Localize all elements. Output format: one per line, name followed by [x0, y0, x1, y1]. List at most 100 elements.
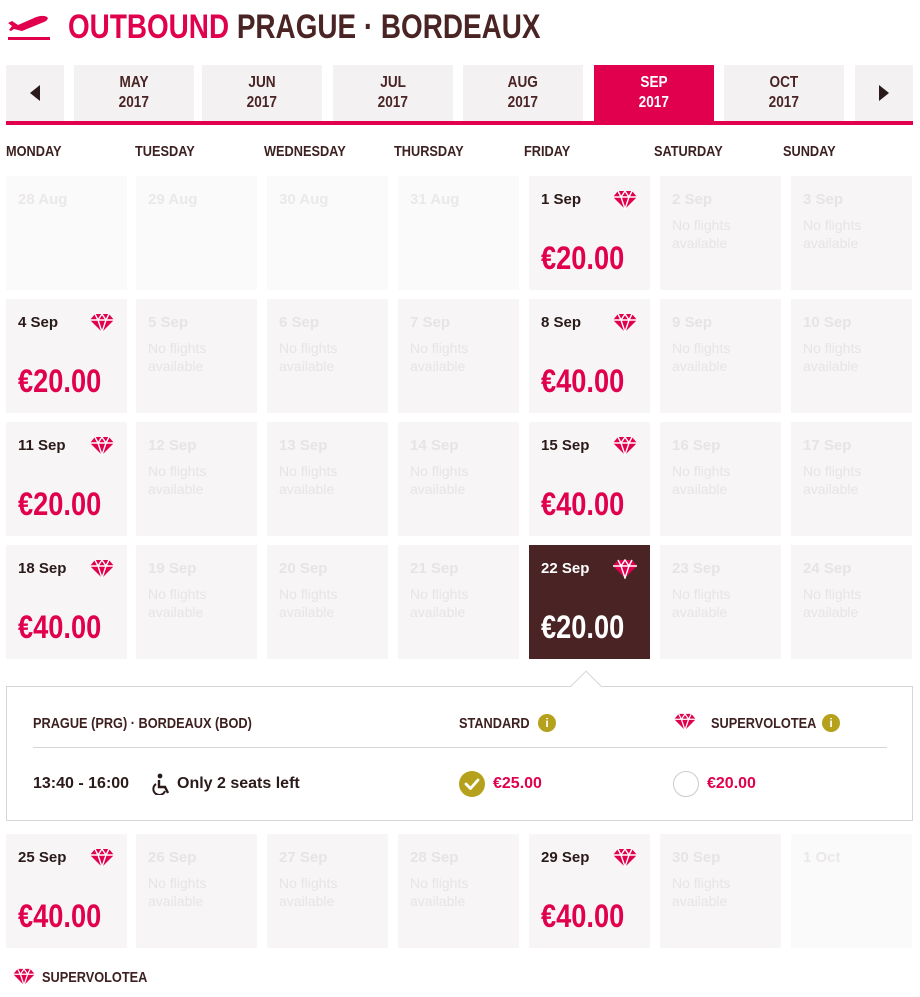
day-date: 3 Sep — [803, 191, 844, 208]
day-date: 7 Sep — [410, 314, 451, 331]
standard-fare-radio[interactable] — [459, 771, 485, 797]
weekday-monday: MONDAY — [6, 143, 62, 160]
day-date: 16 Sep — [672, 437, 721, 454]
day-cell-10-sep: 10 Sep No flights available — [791, 299, 912, 413]
no-flights-text: No flights available — [410, 586, 469, 620]
standard-info-icon[interactable]: i — [538, 714, 556, 732]
weekday-sunday: SUNDAY — [783, 143, 836, 160]
flight-details-panel: PRAGUE (PRG) · BORDEAUX (BOD) STANDARD i… — [6, 670, 913, 821]
day-cell-7-sep: 7 Sep No flights available — [398, 299, 519, 413]
no-flights-text: No flights available — [148, 875, 207, 909]
day-price: €20.00 — [18, 486, 102, 522]
weekday-thursday: THURSDAY — [394, 143, 464, 160]
prev-month-button[interactable] — [6, 65, 64, 121]
details-route: PRAGUE (PRG) · BORDEAUX (BOD) — [33, 715, 252, 732]
day-cell-30-sep: 30 Sep No flights available — [660, 834, 781, 948]
day-date: 28 Aug — [18, 191, 68, 208]
day-price: €40.00 — [541, 898, 625, 934]
supervolotea-fare-radio[interactable] — [673, 771, 699, 797]
day-cell-15-sep[interactable]: 15 Sep €40.00 — [529, 422, 650, 536]
day-price: €20.00 — [541, 240, 625, 276]
day-cell-14-sep: 14 Sep No flights available — [398, 422, 519, 536]
month-tab-jun[interactable]: JUN 2017 — [202, 65, 322, 121]
day-date: 1 Oct — [803, 849, 841, 866]
day-cell-6-sep: 6 Sep No flights available — [267, 299, 388, 413]
month-year: 2017 — [507, 94, 539, 111]
day-cell-4-sep[interactable]: 4 Sep €20.00 — [6, 299, 127, 413]
no-flights-text: No flights available — [279, 340, 338, 374]
day-date: 12 Sep — [148, 437, 197, 454]
month-tab-may[interactable]: MAY 2017 — [74, 65, 194, 121]
no-flights-text: No flights available — [803, 463, 862, 497]
day-cell-16-sep: 16 Sep No flights available — [660, 422, 781, 536]
day-date: 4 Sep — [18, 314, 59, 331]
day-price: €20.00 — [541, 609, 625, 645]
day-cell-3-sep: 3 Sep No flights available — [791, 176, 912, 290]
day-date: 26 Sep — [148, 849, 197, 866]
day-date: 22 Sep — [541, 560, 590, 577]
month-navigation: MAY 2017 JUN 2017 JUL 2017 AUG 2017 SEP … — [6, 65, 913, 125]
no-flights-text: No flights available — [672, 463, 731, 497]
no-flights-text: No flights available — [279, 875, 338, 909]
no-flights-text: No flights available — [672, 217, 731, 251]
supervolotea-fare-header: SUPERVOLOTEA — [711, 715, 817, 732]
supervolotea-gem-icon — [90, 436, 114, 456]
day-price: €40.00 — [18, 898, 102, 934]
month-tab-sep[interactable]: SEP 2017 — [594, 65, 714, 121]
month-tab-jul[interactable]: JUL 2017 — [333, 65, 453, 121]
day-cell-18-sep[interactable]: 18 Sep €40.00 — [6, 545, 127, 659]
wheelchair-icon — [152, 773, 170, 795]
day-cell-1-sep[interactable]: 1 Sep €20.00 — [529, 176, 650, 290]
supervolotea-gem-icon — [613, 313, 637, 333]
day-cell-29-sep[interactable]: 29 Sep €40.00 — [529, 834, 650, 948]
month-tab-aug[interactable]: AUG 2017 — [463, 65, 583, 121]
day-date: 30 Aug — [279, 191, 329, 208]
month-name: JUL — [380, 74, 406, 91]
supervolotea-gem-icon — [613, 190, 637, 210]
day-date: 5 Sep — [148, 314, 189, 331]
day-cell-8-sep[interactable]: 8 Sep €40.00 — [529, 299, 650, 413]
day-date: 17 Sep — [803, 437, 852, 454]
day-cell-23-sep: 23 Sep No flights available — [660, 545, 781, 659]
next-month-button[interactable] — [855, 65, 913, 121]
day-date: 14 Sep — [410, 437, 459, 454]
supervolotea-fare-price[interactable]: €20.00 — [707, 775, 756, 793]
day-date: 11 Sep — [18, 437, 66, 454]
supervolotea-gem-icon — [13, 968, 35, 986]
day-cell-20-sep: 20 Sep No flights available — [267, 545, 388, 659]
day-date: 24 Sep — [803, 560, 852, 577]
no-flights-text: No flights available — [410, 340, 469, 374]
day-cell-29-aug: 29 Aug — [136, 176, 257, 290]
no-flights-text: No flights available — [672, 875, 731, 909]
month-year: 2017 — [377, 94, 409, 111]
month-name: JUN — [248, 74, 276, 91]
day-cell-9-sep: 9 Sep No flights available — [660, 299, 781, 413]
day-cell-24-sep: 24 Sep No flights available — [791, 545, 912, 659]
day-price: €40.00 — [541, 363, 625, 399]
day-date: 30 Sep — [672, 849, 721, 866]
day-date: 15 Sep — [541, 437, 590, 454]
supervolotea-gem-icon — [674, 713, 696, 731]
day-cell-1-oct: 1 Oct — [791, 834, 912, 948]
route-label: PRAGUE · BORDEAUX — [236, 8, 541, 46]
month-tab-oct[interactable]: OCT 2017 — [724, 65, 844, 121]
day-cell-22-sep[interactable]: 22 Sep €20.00 — [529, 545, 650, 659]
day-cell-2-sep: 2 Sep No flights available — [660, 176, 781, 290]
month-name: AUG — [507, 74, 539, 91]
details-divider — [33, 747, 887, 748]
day-cell-26-sep: 26 Sep No flights available — [136, 834, 257, 948]
day-cell-11-sep[interactable]: 11 Sep €20.00 — [6, 422, 127, 536]
day-cell-25-sep[interactable]: 25 Sep €40.00 — [6, 834, 127, 948]
day-date: 2 Sep — [672, 191, 713, 208]
details-pointer — [570, 670, 602, 702]
standard-fare-price[interactable]: €25.00 — [493, 775, 542, 793]
no-flights-text: No flights available — [148, 340, 207, 374]
page-title: OUTBOUND PRAGUE · BORDEAUX — [68, 10, 540, 44]
day-date: 31 Aug — [410, 191, 460, 208]
day-date: 29 Sep — [541, 849, 590, 866]
page-header: OUTBOUND PRAGUE · BORDEAUX — [6, 6, 644, 48]
no-flights-text: No flights available — [672, 340, 731, 374]
supervolotea-info-icon[interactable]: i — [822, 714, 840, 732]
flight-time: 13:40 - 16:00 — [33, 775, 130, 792]
no-flights-text: No flights available — [148, 586, 207, 620]
